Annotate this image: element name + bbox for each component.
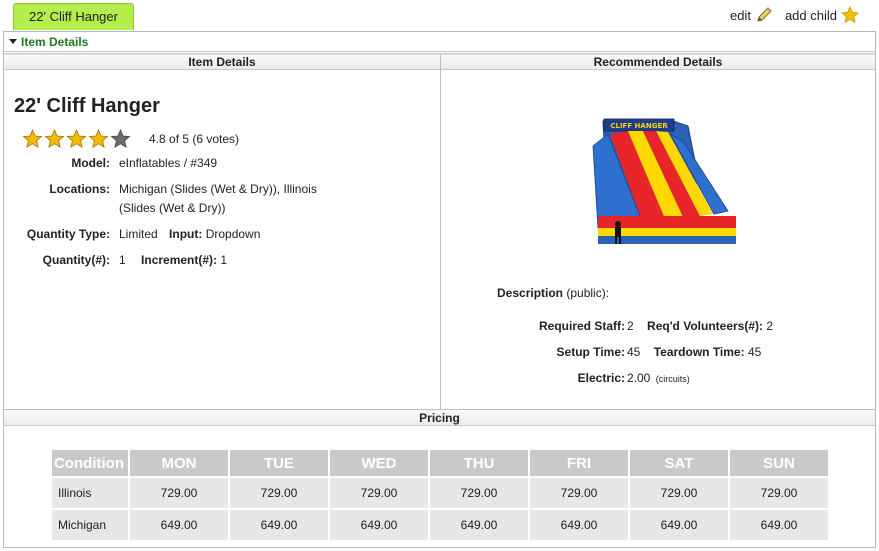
price-cell: 729.00 (430, 478, 528, 508)
price-cell: 649.00 (530, 510, 628, 540)
locations-value-line1: Michigan (Slides (Wet & Dry)), Illinois (119, 182, 317, 196)
price-cell: 649.00 (330, 510, 428, 540)
star-icon (88, 129, 109, 149)
quantity-row: 1 Increment(#): 1 (119, 253, 227, 267)
increment-label: Increment(#): (141, 253, 218, 267)
item-title: 22' Cliff Hanger (14, 95, 160, 117)
quantity-type-label: Quantity Type: (26, 227, 110, 241)
add-child-link[interactable]: add child (785, 6, 859, 24)
star-rating[interactable] (22, 129, 131, 149)
input-value: Dropdown (205, 227, 261, 241)
price-cell: 649.00 (730, 510, 828, 540)
day-header: TUE (230, 450, 328, 476)
locations-label: Locations: (49, 182, 110, 196)
price-cell: 649.00 (630, 510, 728, 540)
star-add-icon (841, 6, 859, 24)
table-row: Michigan 649.00 649.00 649.00 649.00 649… (52, 510, 828, 540)
condition-cell: Michigan (52, 510, 128, 540)
day-header: WED (330, 450, 428, 476)
star-empty-icon (110, 129, 131, 149)
table-row: Illinois 729.00 729.00 729.00 729.00 729… (52, 478, 828, 508)
top-bar: 22' Cliff Hanger edit add child (0, 0, 879, 31)
quantity-value: 1 (119, 253, 126, 267)
input-label: Input: (169, 227, 203, 241)
electric-row: 2.00 (circuits) (627, 371, 690, 385)
pricing-table: Condition MON TUE WED THU FRI SAT SUN Il… (50, 448, 830, 542)
setup-time-value: 45 (627, 345, 641, 359)
item-details-header: Item Details (4, 54, 440, 70)
edit-link-label: edit (729, 7, 751, 23)
setup-row: 45 Teardown Time: 45 (627, 345, 761, 359)
price-cell: 649.00 (230, 510, 328, 540)
item-details-toggle-label: Item Details (21, 34, 89, 49)
condition-header: Condition (52, 450, 128, 476)
caret-down-icon (9, 39, 17, 44)
star-icon (66, 129, 87, 149)
electric-unit: (circuits) (655, 374, 690, 384)
item-tab[interactable]: 22' Cliff Hanger (13, 3, 134, 30)
quantity-label: Quantity(#): (42, 253, 110, 267)
quantity-type-row: Limited Input: Dropdown (119, 227, 260, 241)
required-staff-label: Required Staff: (538, 319, 625, 333)
pricing-header-row: Condition MON TUE WED THU FRI SAT SUN (52, 450, 828, 476)
day-header: FRI (530, 450, 628, 476)
teardown-time-value: 45 (747, 345, 762, 359)
rating: 4.8 of 5 (6 votes) (22, 129, 239, 149)
staff-row: 2 Req'd Volunteers(#): 2 (627, 319, 773, 333)
description-label: Description (497, 286, 564, 300)
price-cell: 729.00 (230, 478, 328, 508)
description-scope: (public): (566, 286, 610, 300)
electric-value: 2.00 (627, 371, 651, 385)
pencil-icon (755, 6, 773, 24)
model-label: Model: (71, 156, 110, 170)
recommended-details-header: Recommended Details (441, 54, 875, 70)
rating-text: 4.8 of 5 (6 votes) (149, 132, 240, 146)
day-header: THU (430, 450, 528, 476)
condition-cell: Illinois (52, 478, 128, 508)
pricing-header: Pricing (4, 409, 875, 426)
price-cell: 649.00 (130, 510, 228, 540)
item-details-toggle[interactable]: Item Details (4, 32, 875, 52)
price-cell: 729.00 (330, 478, 428, 508)
price-cell: 729.00 (630, 478, 728, 508)
day-header: MON (130, 450, 228, 476)
volunteers-value: 2 (766, 319, 774, 333)
price-cell: 729.00 (130, 478, 228, 508)
day-header: SUN (730, 450, 828, 476)
price-cell: 649.00 (430, 510, 528, 540)
description-row: Description (public): (497, 286, 609, 300)
increment-value: 1 (220, 253, 228, 267)
setup-time-label: Setup Time: (556, 345, 625, 359)
price-cell: 729.00 (730, 478, 828, 508)
teardown-time-label: Teardown Time: (653, 345, 745, 359)
product-image-banner: CLIFF HANGER (610, 122, 668, 130)
star-icon (44, 129, 65, 149)
model-value: eInflatables / #349 (119, 156, 218, 170)
add-child-link-label: add child (784, 7, 837, 23)
locations-value-line2: (Slides (Wet & Dry)) (119, 201, 226, 215)
star-icon (22, 129, 43, 149)
product-image: CLIFF HANGER (588, 116, 738, 254)
electric-label: Electric: (577, 371, 625, 385)
volunteers-label: Req'd Volunteers(#): (647, 319, 764, 333)
edit-link[interactable]: edit (730, 6, 773, 24)
top-actions: edit add child (730, 6, 859, 24)
required-staff-value: 2 (627, 319, 634, 333)
price-cell: 729.00 (530, 478, 628, 508)
day-header: SAT (630, 450, 728, 476)
quantity-type-value: Limited (119, 227, 158, 241)
